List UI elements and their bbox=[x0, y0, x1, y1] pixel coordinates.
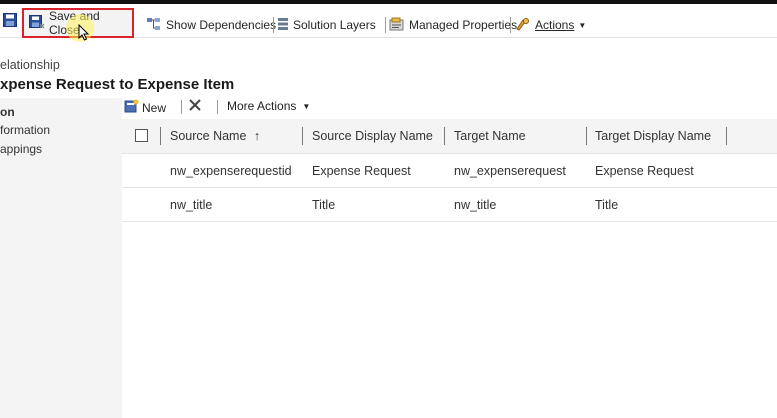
mouse-pointer-icon bbox=[78, 23, 90, 44]
cell-target-display-name: Title bbox=[595, 198, 619, 212]
show-dependencies-label: Show Dependencies bbox=[166, 18, 277, 32]
column-divider bbox=[160, 127, 161, 145]
column-header-target-name[interactable]: Target Name bbox=[454, 129, 526, 143]
managed-properties-button[interactable]: Managed Properties bbox=[383, 12, 523, 38]
new-button[interactable]: New bbox=[124, 99, 166, 116]
chevron-down-icon: ▼ bbox=[302, 101, 311, 111]
chevron-down-icon: ▼ bbox=[578, 20, 587, 30]
table-row[interactable]: nw_expenserequestid Expense Request nw_e… bbox=[122, 154, 777, 188]
nav-item-information[interactable]: formation bbox=[0, 123, 50, 137]
cell-target-display-name: Expense Request bbox=[595, 164, 694, 178]
managed-properties-label: Managed Properties bbox=[409, 18, 518, 32]
solution-layers-label: Solution Layers bbox=[293, 18, 376, 32]
actions-menu-button[interactable]: Actions ▼ bbox=[509, 12, 592, 38]
select-all-checkbox[interactable] bbox=[135, 129, 148, 142]
cell-source-display-name: Expense Request bbox=[312, 164, 411, 178]
cell-source-display-name: Title bbox=[312, 198, 336, 212]
actions-icon bbox=[515, 17, 531, 34]
column-divider bbox=[444, 127, 445, 145]
save-and-close-icon bbox=[29, 14, 45, 32]
new-record-icon bbox=[124, 99, 139, 116]
column-header-target-display-name[interactable]: Target Display Name bbox=[595, 129, 711, 143]
grid-header-row: Source Name ↑ Source Display Name Target… bbox=[122, 119, 777, 154]
nav-item-general[interactable]: on bbox=[0, 105, 15, 119]
sort-ascending-icon: ↑ bbox=[253, 129, 261, 143]
nav-item-mappings[interactable]: appings bbox=[0, 142, 42, 156]
column-header-source-name[interactable]: Source Name ↑ bbox=[170, 129, 260, 143]
actions-label: Actions bbox=[535, 18, 575, 32]
toolbar-divider bbox=[217, 100, 218, 114]
managed-properties-icon bbox=[389, 17, 405, 34]
delete-icon bbox=[188, 99, 202, 115]
show-dependencies-button[interactable]: Show Dependencies bbox=[140, 12, 282, 38]
cell-target-name: nw_title bbox=[454, 198, 497, 212]
solution-layers-icon bbox=[277, 17, 289, 34]
page-title: xpense Request to Expense Item bbox=[0, 76, 235, 93]
more-actions-label: More Actions bbox=[227, 99, 297, 113]
more-actions-button[interactable]: More Actions ▼ bbox=[227, 99, 310, 113]
left-navigation: on formation appings bbox=[0, 98, 122, 418]
toolbar-divider bbox=[181, 100, 182, 114]
cell-target-name: nw_expenserequest bbox=[454, 164, 566, 178]
solution-layers-button[interactable]: Solution Layers bbox=[271, 12, 382, 38]
entity-subtitle: elationship bbox=[0, 58, 60, 72]
new-label: New bbox=[142, 100, 167, 115]
grid-toolbar: New More Actions ▼ bbox=[122, 95, 777, 119]
delete-button[interactable] bbox=[188, 98, 202, 115]
cell-source-name: nw_title bbox=[170, 198, 213, 212]
save-icon[interactable] bbox=[3, 13, 17, 30]
column-divider bbox=[302, 127, 303, 145]
column-header-label: Source Name bbox=[170, 129, 247, 143]
column-header-source-display-name[interactable]: Source Display Name bbox=[312, 129, 433, 143]
command-bar: Save and Close Show Dependencies Solutio… bbox=[0, 4, 777, 42]
column-divider bbox=[586, 127, 587, 145]
column-divider bbox=[726, 127, 727, 145]
cell-source-name: nw_expenserequestid bbox=[170, 164, 292, 178]
table-row[interactable]: nw_title Title nw_title Title bbox=[122, 188, 777, 222]
mappings-grid: New More Actions ▼ Source Name ↑ Source … bbox=[122, 95, 777, 418]
dependencies-icon bbox=[146, 17, 162, 34]
